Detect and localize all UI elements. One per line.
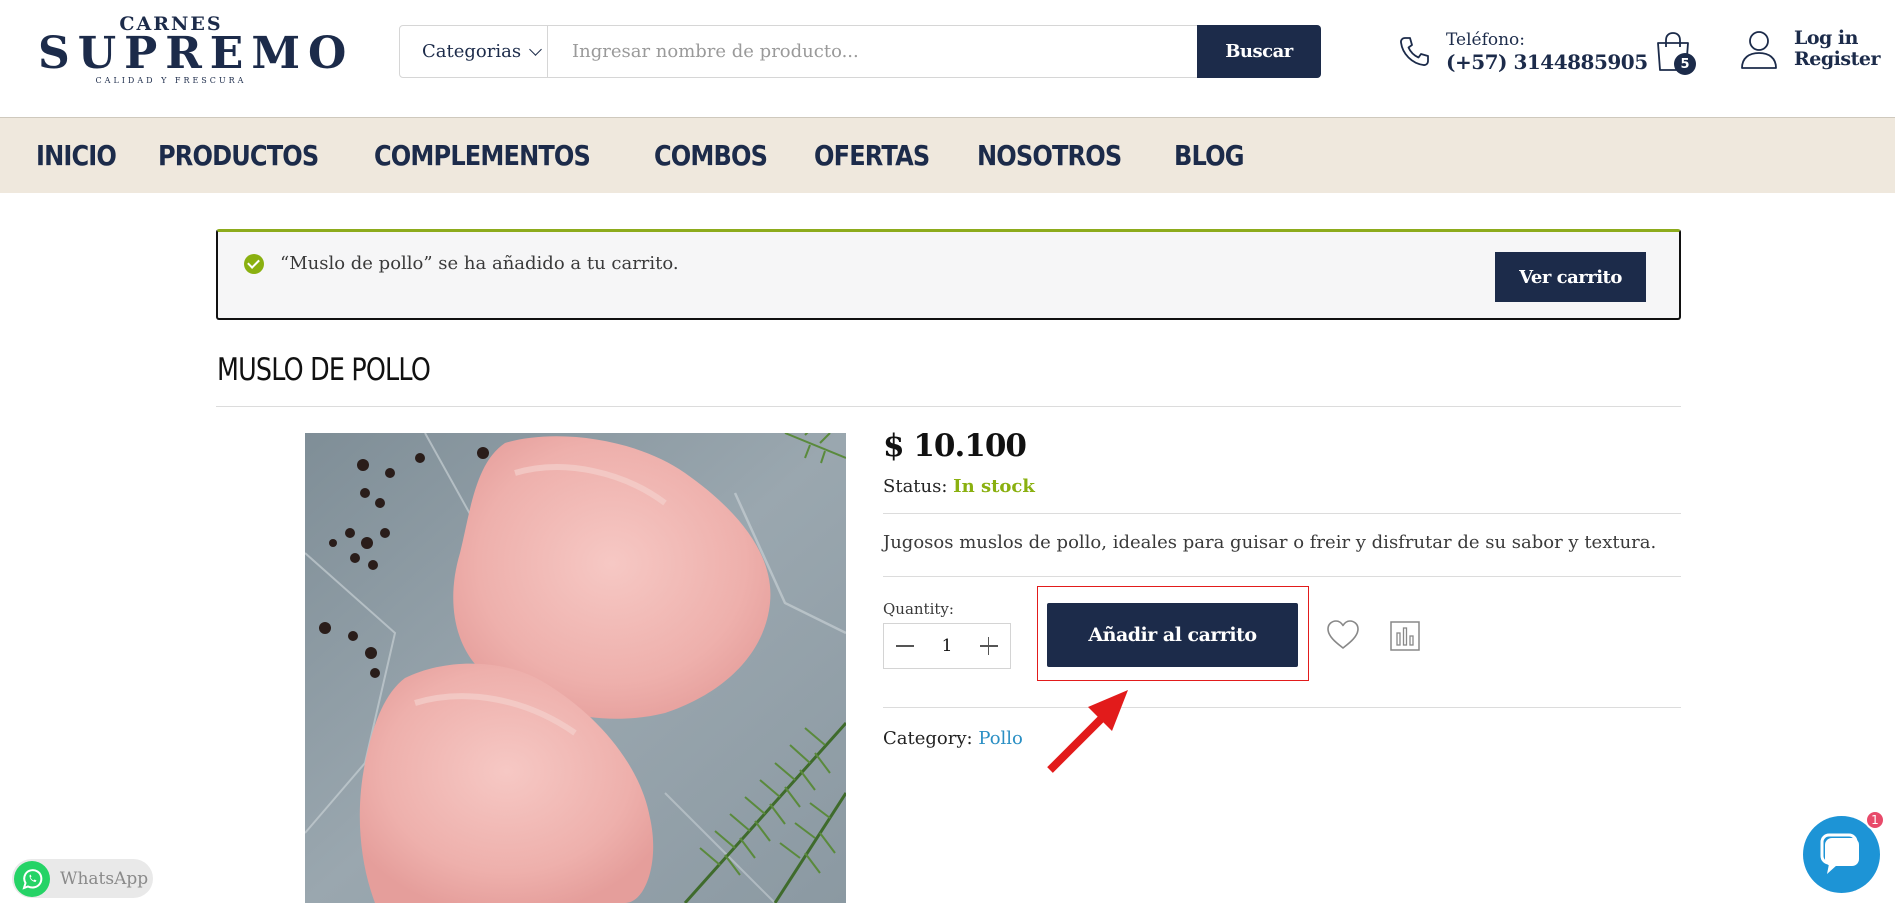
status-label: Status: <box>883 476 948 497</box>
heart-icon[interactable] <box>1326 619 1360 651</box>
divider <box>883 513 1681 514</box>
user-icon <box>1741 31 1777 69</box>
whatsapp-button[interactable]: WhatsApp <box>12 859 153 898</box>
check-circle-icon <box>244 254 264 274</box>
category-dropdown-label: Categorias <box>422 41 522 62</box>
cart-added-notice: “Muslo de pollo” se ha añadido a tu carr… <box>216 229 1681 320</box>
login-link[interactable]: Log in <box>1794 28 1880 49</box>
main-nav: INICIO PRODUCTOS COMPLEMENTOS COMBOS OFE… <box>0 118 1895 193</box>
chat-widget-button[interactable]: 1 <box>1803 810 1885 893</box>
site-header: CARNES SUPREMO CALIDAD Y FRESCURA Catego… <box>0 0 1895 118</box>
cart-count-badge: 5 <box>1674 53 1696 75</box>
nav-item-complementos[interactable]: COMPLEMENTOS <box>374 139 591 172</box>
product-title: MUSLO DE POLLO <box>217 352 431 388</box>
search-button[interactable]: Buscar <box>1197 25 1321 78</box>
chicken-thigh-photo <box>305 433 846 903</box>
search-input[interactable] <box>548 26 1197 77</box>
phone-label: Teléfono: <box>1446 30 1526 50</box>
category-dropdown[interactable]: Categorias <box>400 26 548 77</box>
phone-number[interactable]: (+57) 3144885905 <box>1446 50 1648 74</box>
category-link[interactable]: Pollo <box>978 728 1023 749</box>
product-description: Jugosos muslos de pollo, ideales para gu… <box>883 532 1657 553</box>
search-bar: Categorias Buscar <box>399 25 1321 78</box>
product-category: Category: Pollo <box>883 728 1023 749</box>
nav-item-blog[interactable]: BLOG <box>1174 139 1245 172</box>
product-price: $ 10.100 <box>883 428 1027 464</box>
cart-button[interactable]: 5 <box>1652 30 1696 75</box>
stock-status: Status: In stock <box>883 476 1035 497</box>
notice-message: “Muslo de pollo” se ha añadido a tu carr… <box>280 253 679 274</box>
divider <box>216 406 1681 407</box>
quantity-label: Quantity: <box>883 600 954 618</box>
nav-item-inicio[interactable]: INICIO <box>36 139 117 172</box>
phone-contact[interactable]: Teléfono: (+57) 3144885905 <box>1396 30 1648 74</box>
quantity-input[interactable]: 1 <box>942 636 953 656</box>
category-label: Category: <box>883 728 973 749</box>
site-logo[interactable]: CARNES SUPREMO CALIDAD Y FRESCURA <box>38 14 355 94</box>
phone-icon <box>1400 37 1429 66</box>
divider <box>883 707 1681 708</box>
logo-main-text: SUPREMO <box>38 28 355 79</box>
status-value: In stock <box>953 476 1035 497</box>
decrease-quantity-button[interactable] <box>896 637 914 655</box>
divider <box>883 576 1681 577</box>
nav-item-combos[interactable]: COMBOS <box>654 139 768 172</box>
view-cart-button[interactable]: Ver carrito <box>1495 252 1646 302</box>
nav-item-productos[interactable]: PRODUCTOS <box>158 139 319 172</box>
chat-notification-badge: 1 <box>1865 810 1885 830</box>
whatsapp-icon <box>14 860 50 897</box>
register-link[interactable]: Register <box>1794 49 1880 70</box>
whatsapp-label: WhatsApp <box>60 868 149 889</box>
nav-item-nosotros[interactable]: NOSOTROS <box>977 139 1122 172</box>
red-arrow-annotation <box>1047 690 1128 773</box>
chevron-down-icon <box>529 42 542 56</box>
account-menu: Log in Register <box>1738 28 1880 72</box>
product-image[interactable] <box>305 433 846 903</box>
compare-icon[interactable] <box>1390 621 1420 651</box>
quantity-stepper: 1 <box>883 623 1011 669</box>
add-to-cart-button[interactable]: Añadir al carrito <box>1047 603 1298 667</box>
nav-item-ofertas[interactable]: OFERTAS <box>814 139 930 172</box>
increase-quantity-button[interactable] <box>979 637 998 655</box>
